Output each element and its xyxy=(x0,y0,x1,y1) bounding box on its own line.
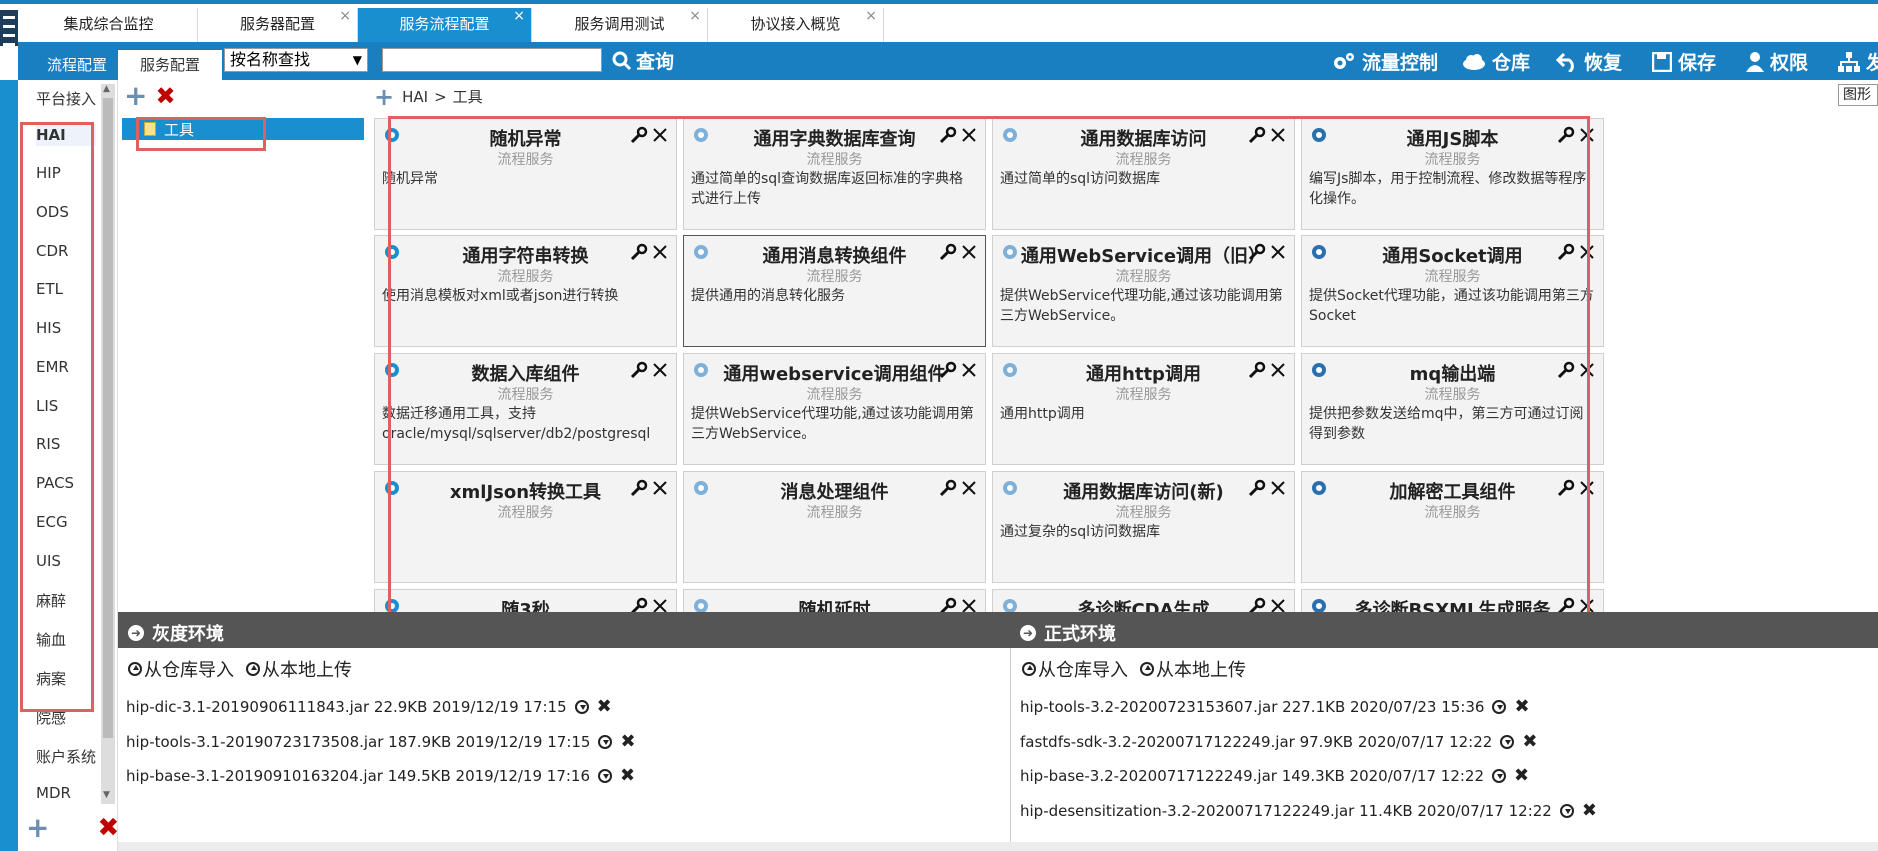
file-entry-text: hip-base-3.1-20190910163204.jar 149.5KB … xyxy=(126,767,591,785)
delete-icon[interactable]: ✖ xyxy=(620,733,635,751)
download-icon[interactable] xyxy=(1492,769,1507,783)
platform-item-mdr[interactable]: MDR xyxy=(36,784,71,802)
search-icon xyxy=(612,51,632,70)
prod-env-actions: 从仓库导入 从本地上传 xyxy=(1022,656,1246,682)
prod-env-header[interactable]: ➜ 正式环境 xyxy=(1020,620,1116,646)
platform-list-scrollbar[interactable]: ▲ ▼ xyxy=(101,84,115,804)
gray-file-row: hip-dic-3.1-20190906111843.jar 22.9KB 20… xyxy=(126,698,612,717)
gray-file-row: hip-tools-3.1-20190723173508.jar 187.9KB… xyxy=(126,733,636,752)
scroll-thumb[interactable] xyxy=(103,98,113,738)
save-button[interactable]: 保存 xyxy=(1652,48,1716,75)
main-toolbar: 流程配置 服务配置 按名称查找 ▼ 查询 流量控制 仓库 恢复 保存 权限 发 xyxy=(18,42,1878,80)
publish-button[interactable]: 发 xyxy=(1838,48,1878,75)
search-button[interactable]: 查询 xyxy=(612,47,674,74)
upload-icon xyxy=(246,662,260,676)
close-icon[interactable]: × xyxy=(513,0,525,32)
file-entry-text: hip-tools-3.2-20200723153607.jar 227.1KB… xyxy=(1020,698,1485,716)
highlight-box xyxy=(20,122,94,712)
menu-icon[interactable] xyxy=(0,10,18,46)
warehouse-button[interactable]: 仓库 xyxy=(1462,48,1530,75)
upload-icon xyxy=(1140,662,1154,676)
delete-icon[interactable]: ✖ xyxy=(155,84,175,108)
tab-server-config[interactable]: 服务器配置 × xyxy=(198,8,358,42)
delete-icon[interactable]: ✖ xyxy=(97,815,119,841)
arrow-right-icon: ➜ xyxy=(128,625,144,641)
delete-icon[interactable]: ✖ xyxy=(1514,698,1529,716)
save-icon xyxy=(1652,51,1672,72)
gray-upload-button[interactable]: 从本地上传 xyxy=(246,656,352,682)
undo-icon xyxy=(1556,52,1574,72)
download-icon[interactable] xyxy=(598,735,613,749)
prod-upload-button[interactable]: 从本地上传 xyxy=(1140,656,1246,682)
tab-protocol-overview[interactable]: 协议接入概览 × xyxy=(708,8,884,42)
delete-icon[interactable]: ✖ xyxy=(1514,767,1529,785)
download-icon[interactable] xyxy=(574,700,589,714)
add-icon[interactable]: + xyxy=(26,814,49,842)
chevron-down-icon: ▼ xyxy=(352,53,362,67)
arrow-right-icon: ➜ xyxy=(1020,625,1036,641)
gray-env-header[interactable]: ➜ 灰度环境 xyxy=(128,620,224,646)
file-entry-text: hip-tools-3.1-20190723173508.jar 187.9KB… xyxy=(126,733,591,751)
upload-icon xyxy=(1022,662,1036,676)
file-entry-text: hip-base-3.2-20200717122249.jar 149.3KB … xyxy=(1020,767,1485,785)
flow-control-button[interactable]: 流量控制 xyxy=(1332,48,1438,75)
close-icon[interactable]: × xyxy=(689,0,701,32)
sitemap-icon xyxy=(1838,51,1860,72)
delete-icon[interactable]: ✖ xyxy=(597,698,612,716)
left-edge-strip xyxy=(0,80,18,851)
gears-icon xyxy=(1334,52,1354,69)
download-icon[interactable] xyxy=(1559,804,1574,818)
close-icon[interactable]: × xyxy=(865,0,877,32)
env-divider xyxy=(1010,648,1011,851)
prod-file-row: fastdfs-sdk-3.2-20200717122249.jar 97.9K… xyxy=(1020,733,1537,752)
breadcrumb: + HAI > 工具 xyxy=(374,85,483,109)
download-icon[interactable] xyxy=(1492,700,1507,714)
add-icon[interactable]: + xyxy=(374,85,394,109)
scroll-down-icon[interactable]: ▼ xyxy=(103,790,110,800)
highlight-box xyxy=(136,117,266,151)
download-icon[interactable] xyxy=(1500,735,1515,749)
file-entry-text: fastdfs-sdk-3.2-20200717122249.jar 97.9K… xyxy=(1020,733,1493,751)
delete-icon[interactable]: ✖ xyxy=(1522,733,1537,751)
top-tab-bar: 集成综合监控 服务器配置 × 服务流程配置 × 服务调用测试 × 协议接入概览 × xyxy=(0,0,1878,46)
user-icon xyxy=(1746,51,1764,72)
scroll-up-icon[interactable]: ▲ xyxy=(103,84,110,94)
gray-import-button[interactable]: 从仓库导入 xyxy=(128,656,234,682)
file-entry-text: hip-dic-3.1-20190906111843.jar 22.9KB 20… xyxy=(126,698,567,716)
gray-env-actions: 从仓库导入 从本地上传 xyxy=(128,656,352,682)
search-mode-select[interactable]: 按名称查找 ▼ xyxy=(224,48,368,72)
environment-header-bar: ➜ 灰度环境 ➜ 正式环境 xyxy=(118,612,1878,648)
breadcrumb-current: 工具 xyxy=(452,88,483,106)
download-icon[interactable] xyxy=(598,769,613,783)
graphic-view-button[interactable]: 图形 xyxy=(1838,84,1878,106)
tab-monitor[interactable]: 集成综合监控 xyxy=(20,8,198,42)
file-entry-text: hip-desensitization-3.2-20200717122249.j… xyxy=(1020,802,1552,820)
breadcrumb-separator: > xyxy=(434,87,447,106)
search-input[interactable] xyxy=(382,48,602,72)
gray-file-row: hip-base-3.1-20190910163204.jar 149.5KB … xyxy=(126,767,635,786)
delete-icon[interactable]: ✖ xyxy=(620,767,635,785)
platform-item-account[interactable]: 账户系统 xyxy=(36,746,96,767)
cloud-icon xyxy=(1463,53,1485,70)
highlight-box xyxy=(388,116,1590,639)
permission-button[interactable]: 权限 xyxy=(1746,48,1808,75)
add-icon[interactable]: + xyxy=(124,82,147,110)
upload-icon xyxy=(128,662,142,676)
prod-import-button[interactable]: 从仓库导入 xyxy=(1022,656,1128,682)
breadcrumb-root[interactable]: HAI xyxy=(402,88,428,106)
tab-service-call-test[interactable]: 服务调用测试 × xyxy=(532,8,708,42)
prod-file-row: hip-desensitization-3.2-20200717122249.j… xyxy=(1020,802,1597,821)
left-panel-actions: + ✖ xyxy=(26,814,119,842)
delete-icon[interactable]: ✖ xyxy=(1582,802,1597,820)
subtab-service-config[interactable]: 服务配置 xyxy=(118,50,222,80)
close-icon[interactable]: × xyxy=(339,0,351,32)
prod-file-row: hip-tools-3.2-20200723153607.jar 227.1KB… xyxy=(1020,698,1530,717)
prod-file-row: hip-base-3.2-20200717122249.jar 149.3KB … xyxy=(1020,767,1529,786)
horizontal-scrollbar[interactable] xyxy=(118,842,1878,851)
tree-actions: + ✖ xyxy=(124,82,176,110)
subtab-flow-config[interactable]: 流程配置 xyxy=(32,50,122,80)
platform-list-header: 平台接入 xyxy=(36,90,97,108)
tab-service-flow-config[interactable]: 服务流程配置 × xyxy=(358,8,532,42)
restore-button[interactable]: 恢复 xyxy=(1556,48,1622,75)
